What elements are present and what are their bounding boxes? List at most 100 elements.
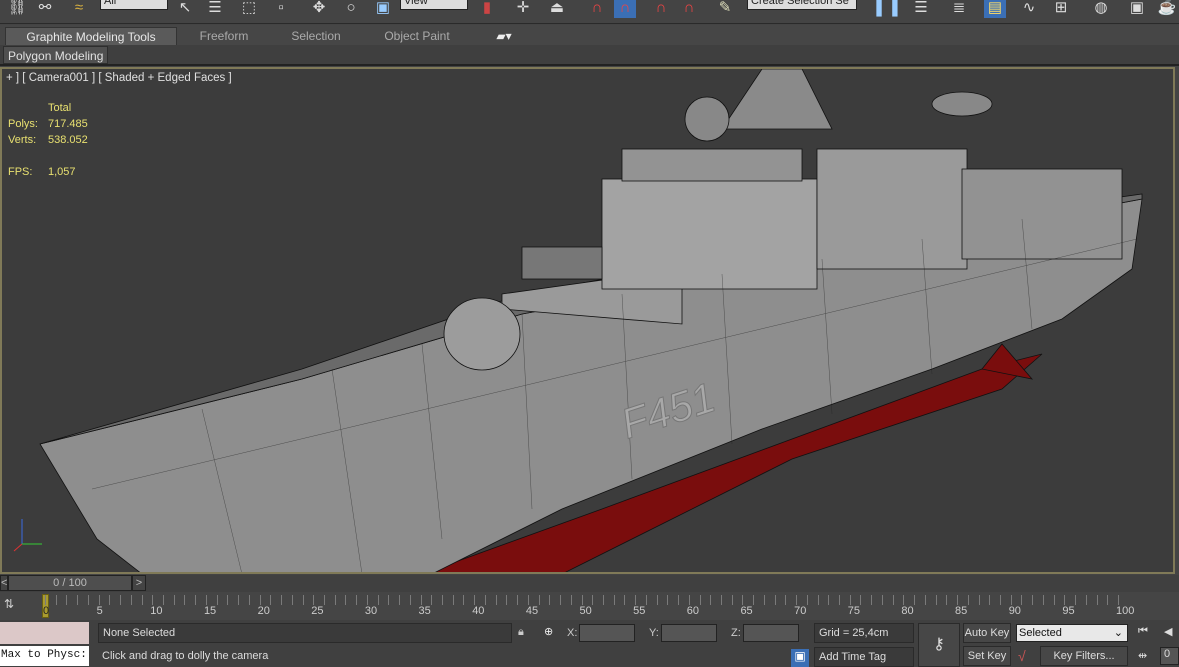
tab-graphite-modeling-tools[interactable]: Graphite Modeling Tools <box>5 27 177 45</box>
named-selection-dropdown[interactable]: Create Selection Se <box>747 0 857 10</box>
bind-spacewarp-icon[interactable]: ≈ <box>68 0 90 18</box>
tab-freeform[interactable]: Freeform <box>185 27 263 45</box>
ref-coord-dropdown[interactable]: View <box>400 0 468 10</box>
radar-dome <box>684 96 730 142</box>
frame-tick <box>409 595 411 605</box>
pivot-icon[interactable]: ▮ <box>476 0 498 18</box>
render-setup-icon[interactable]: ▣ <box>1126 0 1148 18</box>
frame-tick <box>452 595 454 605</box>
frame-tick <box>978 595 980 605</box>
frame-tick <box>742 595 744 605</box>
chevron-down-icon: ⌄ <box>1113 627 1123 639</box>
rect-region-icon[interactable]: ⬚ <box>238 0 260 18</box>
track-bar[interactable]: ⇅ 0 5 10 15 20 25 30 35 40 45 50 55 60 65 70 75 80 85 90 95… <box>0 592 1179 620</box>
key-filters-button[interactable]: Key Filters... <box>1040 646 1128 666</box>
render-icon[interactable]: ☕ <box>1156 0 1178 18</box>
select-by-name-icon[interactable]: ☰ <box>204 0 226 18</box>
frame-tick <box>785 595 787 605</box>
frame-tick <box>828 595 830 605</box>
key-mode-dropdown[interactable]: Selected ⌄ <box>1016 624 1128 642</box>
polygon-modeling-panel[interactable]: Polygon Modeling <box>3 46 109 64</box>
spinner-snap-icon[interactable]: ∩ <box>678 0 700 18</box>
maxscript-input[interactable]: Max to Physc: <box>0 646 89 666</box>
set-key-icon[interactable]: ⚷ <box>918 623 960 667</box>
set-key-button[interactable]: Set Key <box>963 646 1011 666</box>
window-crossing-icon[interactable]: ▫ <box>270 0 292 18</box>
schematic-icon[interactable]: ⊞ <box>1050 0 1072 18</box>
z-coordinate-field[interactable] <box>743 624 799 642</box>
gun-turret <box>443 297 521 371</box>
selection-filter-dropdown[interactable]: All <box>100 0 168 10</box>
frame-tick <box>356 595 358 605</box>
align-icon[interactable]: ☰ <box>910 0 932 18</box>
material-editor-icon[interactable]: ◍ <box>1090 0 1112 18</box>
keyboard-shortcut-icon[interactable]: ⏏ <box>546 0 568 18</box>
camera-viewport[interactable]: F451 + ] [ Camera001 ] [ Shaded + Edged … <box>0 67 1175 574</box>
add-time-tag-button[interactable]: Add Time Tag <box>814 647 914 667</box>
link-icon[interactable]: ⛓ <box>6 0 28 18</box>
frame-tick <box>699 595 701 605</box>
edit-named-sel-icon[interactable]: ✎ <box>714 0 736 18</box>
select-object-icon[interactable]: ↖ <box>174 0 196 18</box>
lock-selection-icon[interactable]: 🔒︎ <box>518 626 524 639</box>
frame-tick <box>463 595 465 605</box>
go-to-start-icon[interactable]: ⏮ <box>1138 625 1148 638</box>
polys-value: 717.485 <box>48 118 88 130</box>
frame-tick <box>1075 595 1077 605</box>
verts-value: 538.052 <box>48 134 88 146</box>
x-coordinate-field[interactable] <box>579 624 635 642</box>
frame-label: 60 <box>686 605 700 617</box>
frame-tick <box>645 595 647 605</box>
snap-icon[interactable]: ∩ <box>586 0 608 18</box>
next-frame-button[interactable]: > <box>132 575 146 591</box>
current-frame-field[interactable]: 0 <box>1160 647 1179 665</box>
key-tangent-icon[interactable]: √ <box>1018 648 1026 664</box>
viewport-label[interactable]: + ] [ Camera001 ] [ Shaded + Edged Faces… <box>6 72 232 84</box>
frame-label: 50 <box>579 605 592 617</box>
frame-tick <box>774 595 776 605</box>
key-mode-toggle-icon[interactable]: ⇹ <box>1138 649 1147 662</box>
prev-key-icon[interactable]: ◀ <box>1164 625 1172 638</box>
curve-editor-icon[interactable]: ∿ <box>1018 0 1040 18</box>
move-icon[interactable]: ✥ <box>308 0 330 18</box>
unlink-icon[interactable]: ⚯ <box>34 0 56 18</box>
auto-key-button[interactable]: Auto Key <box>963 623 1011 643</box>
prev-frame-button[interactable]: < <box>0 575 8 591</box>
frame-label: 95 <box>1062 605 1075 617</box>
layer-icon[interactable]: ≣ <box>948 0 970 18</box>
frame-label: 5 <box>96 605 103 617</box>
scene-explorer-icon[interactable]: ▤ <box>984 0 1006 18</box>
absolute-mode-icon[interactable]: ⊕ <box>544 625 553 638</box>
ribbon-tabs: Graphite Modeling Tools Freeform Selecti… <box>0 25 1179 45</box>
frame-tick <box>495 595 497 605</box>
frame-tick <box>946 595 948 605</box>
tab-object-paint[interactable]: Object Paint <box>370 27 464 45</box>
frame-tick <box>967 595 969 605</box>
z-label: Z: <box>731 627 741 639</box>
time-slider: < 0 / 100 > <box>0 575 1179 592</box>
time-slider-thumb[interactable]: 0 / 100 <box>8 575 132 591</box>
scale-icon[interactable]: ▣ <box>372 0 394 18</box>
select-manipulate-icon[interactable]: ✛ <box>512 0 534 18</box>
frame-tick <box>570 595 572 605</box>
frame-tick <box>678 595 680 605</box>
frame-tick <box>581 595 583 605</box>
frame-tick <box>560 595 562 605</box>
mirror-icon[interactable]: ▌▐ <box>876 0 898 18</box>
frame-tick <box>1118 595 1119 605</box>
grid-size: Grid = 25,4cm <box>814 623 914 643</box>
frame-label: 10 <box>150 605 163 617</box>
percent-snap-icon[interactable]: ∩ <box>650 0 672 18</box>
ribbon-options-icon[interactable]: ▰▾ <box>490 27 518 45</box>
mast <box>721 69 833 130</box>
time-tag-icon[interactable]: ▣ <box>791 649 809 667</box>
frame-tick <box>248 595 250 605</box>
maxscript-listener[interactable] <box>0 622 89 644</box>
axis-gizmo <box>13 519 42 552</box>
rotate-icon[interactable]: ○ <box>340 0 362 18</box>
y-coordinate-field[interactable] <box>661 624 717 642</box>
mini-curve-editor-icon[interactable]: ⇅ <box>4 597 22 613</box>
frame-label: 65 <box>740 605 753 617</box>
angle-snap-icon[interactable]: ∩ <box>614 0 636 18</box>
tab-selection[interactable]: Selection <box>276 27 356 45</box>
